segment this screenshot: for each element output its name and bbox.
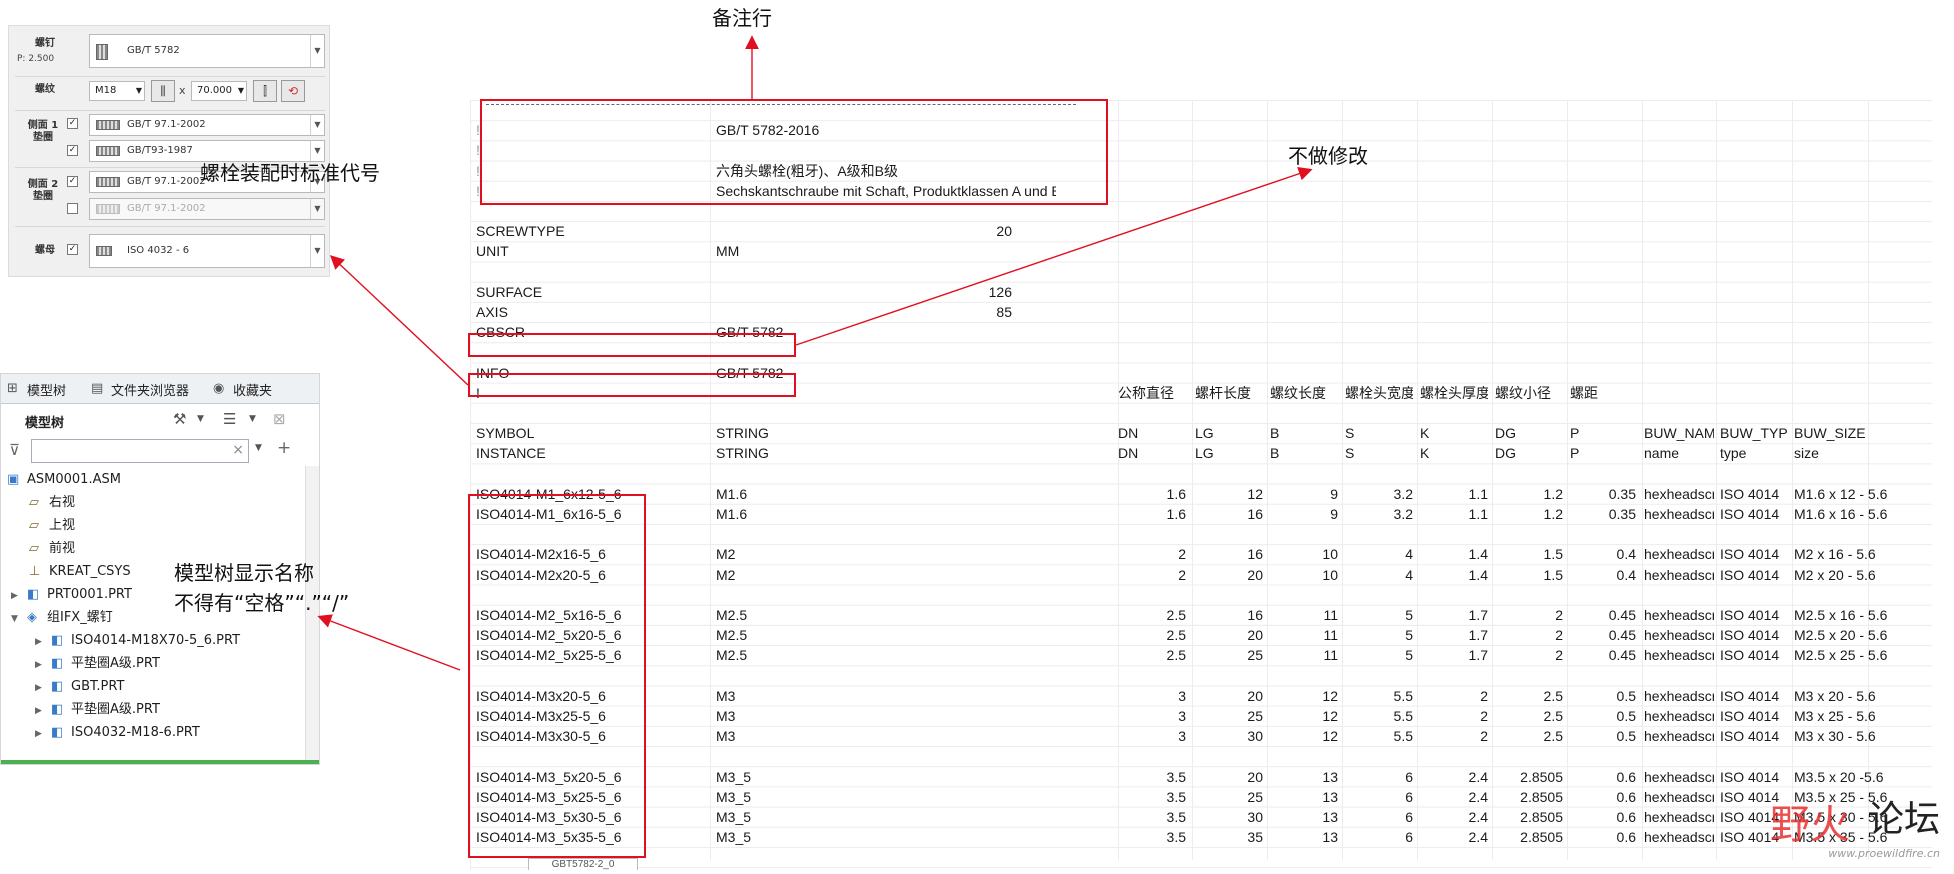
watermark-text: 论坛 xyxy=(1867,799,1940,840)
watermark-logo: 野火 论坛 www.proewildfire.cn xyxy=(1770,790,1940,860)
watermark-url: www.proewildfire.cn xyxy=(1828,847,1940,860)
arrow-bolt-code xyxy=(329,255,469,386)
arrow-tree-name xyxy=(317,614,461,671)
arrow-no-modify xyxy=(795,166,1313,346)
annotation-arrows xyxy=(317,35,1313,671)
watermark-mark: 野火 xyxy=(1770,802,1850,848)
